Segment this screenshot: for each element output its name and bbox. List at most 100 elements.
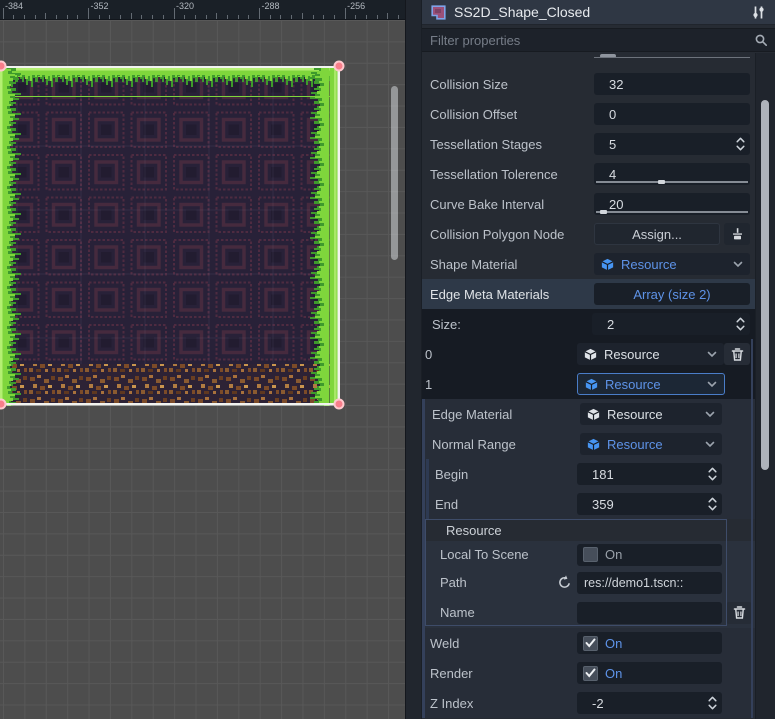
property-row-curve-bake-interval: Curve Bake Interval20 (422, 189, 775, 219)
resource-dropdown-edge-material[interactable]: Resource (580, 403, 722, 425)
grass-edge-right (310, 66, 332, 406)
ruler-tick (366, 15, 367, 19)
ruler-tick (387, 13, 388, 19)
resource-dropdown-normal-range[interactable]: Resource (580, 433, 722, 455)
vertex-handle-bottom-right[interactable] (334, 399, 345, 410)
checkbox-weld[interactable] (583, 636, 598, 651)
canvas-area[interactable] (0, 19, 405, 719)
resource-label: Resource (605, 377, 661, 392)
value-text: 2 (607, 317, 614, 332)
delete-element-button[interactable] (724, 343, 750, 365)
property-label-name: Name (440, 597, 475, 628)
property-value-collision-offset: 0 (594, 99, 750, 129)
value-field-array-size[interactable]: 2 (592, 313, 750, 335)
slider-track[interactable] (596, 211, 748, 213)
tune-icon[interactable] (750, 5, 767, 20)
property-label-collision-size: Collision Size (430, 69, 508, 99)
revert-icon (557, 575, 572, 590)
spinner-end[interactable] (708, 497, 717, 512)
spinner-array-size[interactable] (736, 317, 745, 332)
chevron-down-icon (707, 381, 717, 388)
value-field-end[interactable]: 359 (577, 493, 722, 515)
property-label-collision-polygon-node: Collision Polygon Node (430, 219, 564, 249)
vertex-handle-top-right[interactable] (334, 61, 345, 72)
resource-cube-icon (587, 438, 600, 451)
slider-grabber[interactable] (600, 210, 607, 214)
property-label-end: End (435, 489, 458, 519)
property-value-weld: On (577, 628, 722, 658)
property-row-collision-offset: Collision Offset0 (422, 99, 775, 129)
dropdown-chevron[interactable] (707, 381, 717, 388)
property-row-tessellation-tolerence: Tessellation Tolerence 4 (422, 159, 775, 189)
panel-separator[interactable] (405, 0, 422, 719)
slider-track[interactable] (596, 181, 748, 183)
property-value-edge-meta-materials: Array (size 2) (594, 279, 750, 309)
property-label-edge-meta-materials: Edge Meta Materials (430, 279, 549, 309)
ss2d-shape-icon (430, 4, 447, 21)
clear-brush-icon (730, 227, 745, 242)
property-label-normal-range: Normal Range (432, 429, 516, 459)
name-field[interactable] (577, 602, 722, 624)
dropdown-chevron[interactable] (705, 441, 715, 448)
resource-dropdown-element-1[interactable]: Resource (577, 373, 725, 395)
assign-button[interactable]: Assign... (594, 223, 720, 245)
checkmark-icon (585, 668, 596, 678)
value-field-collision-size[interactable]: 32 (594, 73, 750, 95)
ruler-tick (291, 15, 292, 19)
value-field-tessellation-tolerence[interactable]: 4 (594, 163, 750, 185)
ruler-tick (35, 15, 36, 19)
inspector-scrollbar-thumb[interactable] (761, 100, 769, 470)
resource-dropdown-element-0[interactable]: Resource (577, 343, 724, 365)
resource-label: Resource (607, 437, 663, 452)
canvas-viewport[interactable]: -384-352-320-288-256 (0, 0, 405, 719)
ruler-tick (345, 8, 346, 19)
dropdown-chevron[interactable] (733, 261, 743, 268)
property-value-shape-material: Resource (594, 249, 750, 279)
value-text: 5 (609, 137, 616, 152)
dropdown-chevron[interactable] (707, 351, 717, 358)
ruler-tick (313, 15, 314, 19)
inspector-scrollbar[interactable] (755, 53, 775, 719)
clear-node-button[interactable] (724, 223, 750, 245)
property-row-element-1: 1Resource (422, 369, 775, 399)
value-field-collision-offset[interactable]: 0 (594, 103, 750, 125)
property-row-render: RenderOn (422, 658, 775, 688)
value-field-begin[interactable]: 181 (577, 463, 722, 485)
revert-icon-button[interactable] (557, 575, 572, 590)
spinner-tessellation-stages[interactable] (736, 137, 745, 152)
ruler-tick (24, 15, 25, 19)
ruler-tick (323, 15, 324, 19)
grass-edge-top (0, 75, 340, 97)
ss2d-shape[interactable] (0, 66, 340, 406)
spinner-z-index[interactable] (708, 696, 717, 711)
checkbox-local-to-scene[interactable] (583, 547, 598, 562)
search-icon (754, 33, 768, 47)
delete-element-button[interactable] (726, 602, 752, 624)
chevron-down-icon (733, 261, 743, 268)
array-value-field[interactable]: Array (size 2) (594, 283, 750, 305)
dropdown-chevron[interactable] (705, 411, 715, 418)
property-label-array-size: Size: (432, 309, 461, 339)
value-text: 4 (609, 167, 616, 182)
property-value-local-to-scene: On (577, 541, 722, 568)
filter-bar (422, 28, 775, 52)
ruler-tick (152, 15, 153, 19)
resource-dropdown-shape-material[interactable]: Resource (594, 253, 750, 275)
value-field-curve-bake-interval[interactable]: 20 (594, 193, 750, 215)
value-field-tessellation-stages[interactable]: 5 (594, 133, 750, 155)
checkbox-render[interactable] (583, 666, 598, 681)
property-value-z-index: -2 (577, 688, 722, 718)
path-field[interactable]: res://demo1.tscn:: (577, 572, 722, 594)
property-row-path: Pathres://demo1.tscn:: (422, 568, 775, 597)
slider-grabber[interactable] (658, 180, 665, 184)
viewport-vertical-scrollbar[interactable] (391, 86, 398, 260)
vertex-handle-bottom-left[interactable] (0, 399, 7, 410)
property-row-resource-section[interactable]: Resource (422, 519, 775, 541)
resource-label: Resource (621, 257, 677, 272)
ruler-tick (174, 8, 175, 19)
value-field-z-index[interactable]: -2 (577, 692, 722, 714)
spinner-begin[interactable] (708, 467, 717, 482)
property-row-edge-meta-materials[interactable]: Edge Meta Materials Array (size 2) (422, 279, 775, 309)
filter-properties-input[interactable] (422, 33, 754, 48)
property-label-tessellation-tolerence: Tessellation Tolerence (430, 159, 558, 189)
